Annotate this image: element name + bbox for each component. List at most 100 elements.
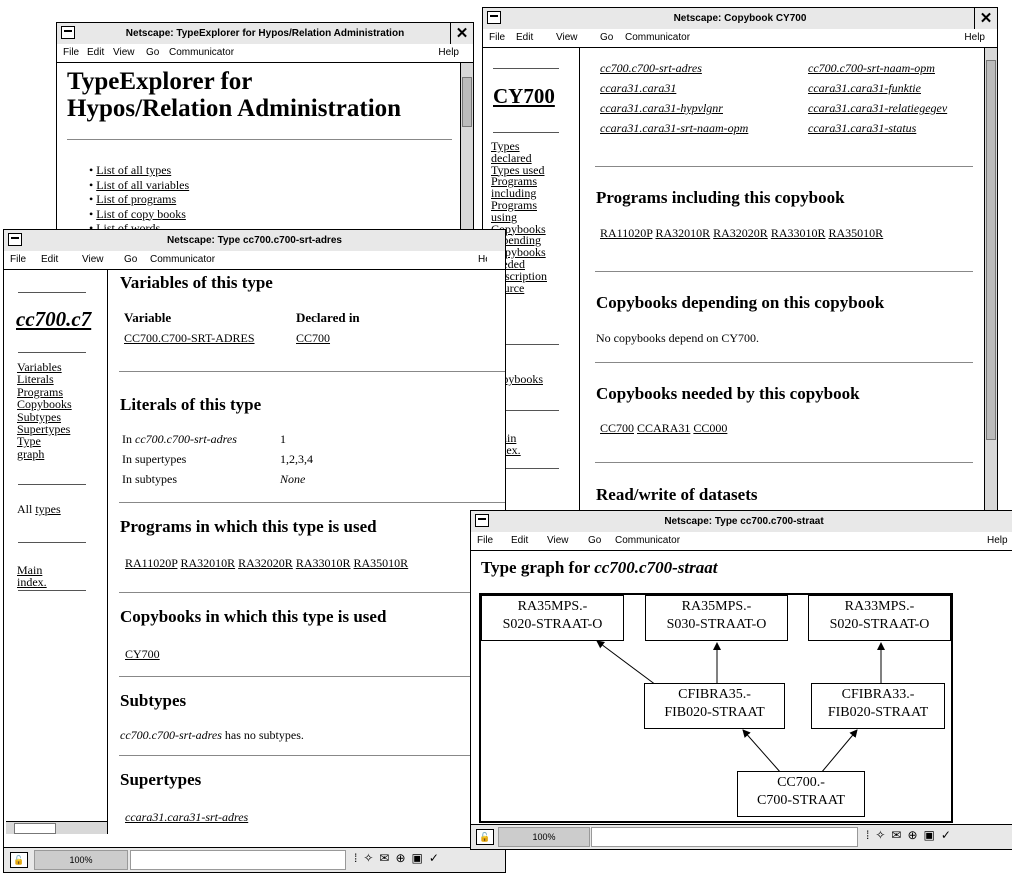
scroll-thumb[interactable] <box>986 60 996 440</box>
close-icon[interactable]: ✕ <box>450 23 473 44</box>
list-all-types-link[interactable]: List of all types <box>96 163 171 177</box>
menu-file[interactable]: File <box>63 44 79 62</box>
window-menu-icon[interactable] <box>487 11 501 24</box>
menu-go[interactable]: Go <box>146 44 159 62</box>
variable-link[interactable]: CC700.C700-SRT-ADRES <box>124 331 255 346</box>
column-header-declared: Declared in <box>296 310 360 325</box>
index-list: • List of all types • List of all variab… <box>89 163 189 236</box>
window-title: Netscape: Type cc700.c700-srt-adres <box>167 235 342 246</box>
program-link[interactable]: RA11020P <box>125 556 177 570</box>
window-menu-icon[interactable] <box>8 233 22 246</box>
window-titlebar[interactable]: Netscape: Type cc700.c700-srt-adres <box>4 230 505 252</box>
sidebar-all-types-link[interactable]: types <box>35 502 60 516</box>
sidebar-item-literals[interactable]: Literals <box>17 373 72 386</box>
sidebar-item-type-graph[interactable]: Type <box>17 435 72 448</box>
menu-edit[interactable]: Edit <box>511 532 528 550</box>
sidebar-item-copybooks[interactable]: Copybooks <box>17 398 72 411</box>
menu-edit[interactable]: Edit <box>516 29 533 47</box>
page-title-line2: Hypos/Relation Administration <box>67 95 402 122</box>
security-lock-icon[interactable]: 🔓 <box>476 829 494 845</box>
program-link[interactable]: RA33010R <box>771 226 826 240</box>
sidebar-item-type-graph[interactable]: graph <box>17 447 72 460</box>
menu-view[interactable]: View <box>113 44 135 62</box>
menu-view[interactable]: View <box>82 251 104 269</box>
menu-file[interactable]: File <box>477 532 493 550</box>
menu-communicator[interactable]: Communicator <box>169 44 234 62</box>
declared-in-link[interactable]: CC700 <box>296 331 330 346</box>
graph-node[interactable]: RA33MPS.- S020-STRAAT-O <box>808 595 951 641</box>
copybook-link[interactable]: CCARA31 <box>637 421 690 435</box>
program-link[interactable]: RA35010R <box>354 556 409 570</box>
needed-list: CC700 CCARA31 CC000 <box>600 421 727 436</box>
scroll-thumb[interactable] <box>14 823 56 834</box>
menu-communicator[interactable]: Communicator <box>150 251 215 269</box>
window-menu-icon[interactable] <box>475 514 489 527</box>
graph-node[interactable]: CFIBRA35.- FIB020-STRAAT <box>644 683 785 729</box>
menu-communicator[interactable]: Communicator <box>625 29 690 47</box>
type-link[interactable]: ccara31.cara31-funktie <box>808 78 947 98</box>
status-message <box>130 850 346 870</box>
menu-go[interactable]: Go <box>600 29 613 47</box>
component-icons[interactable]: ⁞✧✉⊕▣✓ <box>354 851 445 865</box>
program-link[interactable]: RA32010R <box>180 556 235 570</box>
type-link[interactable]: ccara31.cara31-srt-naam-opm <box>600 118 810 138</box>
copybook-link[interactable]: CY700 <box>125 647 160 662</box>
menu-file[interactable]: File <box>489 29 505 47</box>
depending-text: No copybooks depend on CY700. <box>596 331 759 345</box>
type-link[interactable]: ccara31.cara31-status <box>808 118 947 138</box>
status-message <box>591 827 858 847</box>
menu-edit[interactable]: Edit <box>87 44 104 62</box>
component-icons[interactable]: ⁞✧✉⊕▣✓ <box>866 828 957 842</box>
window-titlebar[interactable]: Netscape: TypeExplorer for Hypos/Relatio… <box>57 23 473 45</box>
copybook-link[interactable]: CC700 <box>600 421 634 435</box>
window-menu-icon[interactable] <box>61 26 75 39</box>
copybook-link[interactable]: CC000 <box>693 421 727 435</box>
program-link[interactable]: RA32020R <box>238 556 293 570</box>
type-link[interactable]: ccara31.cara31-relatiegegev <box>808 98 947 118</box>
program-link[interactable]: RA11020P <box>600 226 652 240</box>
menu-help[interactable]: Help <box>438 44 459 62</box>
list-all-variables-link[interactable]: List of all variables <box>96 178 189 192</box>
menu-file[interactable]: File <box>10 251 26 269</box>
sidebar-all-label: All <box>17 502 33 516</box>
scroll-thumb[interactable] <box>462 77 472 127</box>
menu-go[interactable]: Go <box>124 251 137 269</box>
menu-help[interactable]: Help <box>987 532 1008 550</box>
sidebar-title-link[interactable]: CY700 <box>493 84 555 109</box>
graph-node[interactable]: CC700.- C700-STRAAT <box>737 771 865 817</box>
graph-node[interactable]: CFIBRA33.- FIB020-STRAAT <box>811 683 945 729</box>
list-programs-link[interactable]: List of programs <box>96 192 176 206</box>
program-link[interactable]: RA32010R <box>655 226 710 240</box>
literal-row-label: In subtypes <box>122 472 177 486</box>
sidebar-title-link[interactable]: cc700.c7 <box>16 307 91 332</box>
section-heading: Copybooks in which this type is used <box>120 607 387 626</box>
typeexplorer-window: Netscape: TypeExplorer for Hypos/Relatio… <box>56 22 474 237</box>
type-link[interactable]: ccara31.cara31 <box>600 78 810 98</box>
graph-node[interactable]: RA35MPS.- S020-STRAAT-O <box>481 595 624 641</box>
menu-view[interactable]: View <box>556 29 578 47</box>
menu-view[interactable]: View <box>547 532 569 550</box>
program-link[interactable]: RA32020R <box>713 226 768 240</box>
graph-node[interactable]: RA35MPS.- S030-STRAAT-O <box>645 595 788 641</box>
list-copybooks-link[interactable]: List of copy books <box>96 207 186 221</box>
vertical-scrollbar[interactable] <box>460 63 473 236</box>
menu-go[interactable]: Go <box>588 532 601 550</box>
menu-communicator[interactable]: Communicator <box>615 532 680 550</box>
close-icon[interactable]: ✕ <box>974 8 997 29</box>
zoom-indicator: 100% <box>498 827 590 847</box>
program-link[interactable]: RA33010R <box>296 556 351 570</box>
program-link[interactable]: RA35010R <box>829 226 884 240</box>
type-link[interactable]: cc700.c700-srt-adres <box>600 58 810 78</box>
window-titlebar[interactable]: Netscape: Copybook CY700 ✕ <box>483 8 997 30</box>
vertical-scrollbar[interactable] <box>984 48 997 516</box>
menu-help[interactable]: Help <box>478 251 487 269</box>
window-titlebar[interactable]: Netscape: Type cc700.c700-straat <box>471 511 1012 533</box>
type-link[interactable]: ccara31.cara31-hypvlgnr <box>600 98 810 118</box>
supertype-link[interactable]: ccara31.cara31-srt-adres <box>125 810 248 825</box>
menu-help[interactable]: Help <box>964 29 985 47</box>
horizontal-scrollbar[interactable] <box>6 821 107 834</box>
menu-edit[interactable]: Edit <box>41 251 58 269</box>
type-link[interactable]: cc700.c700-srt-naam-opm <box>808 58 947 78</box>
sidebar-index-link[interactable]: index. <box>17 576 47 588</box>
security-lock-icon[interactable]: 🔓 <box>10 852 28 868</box>
